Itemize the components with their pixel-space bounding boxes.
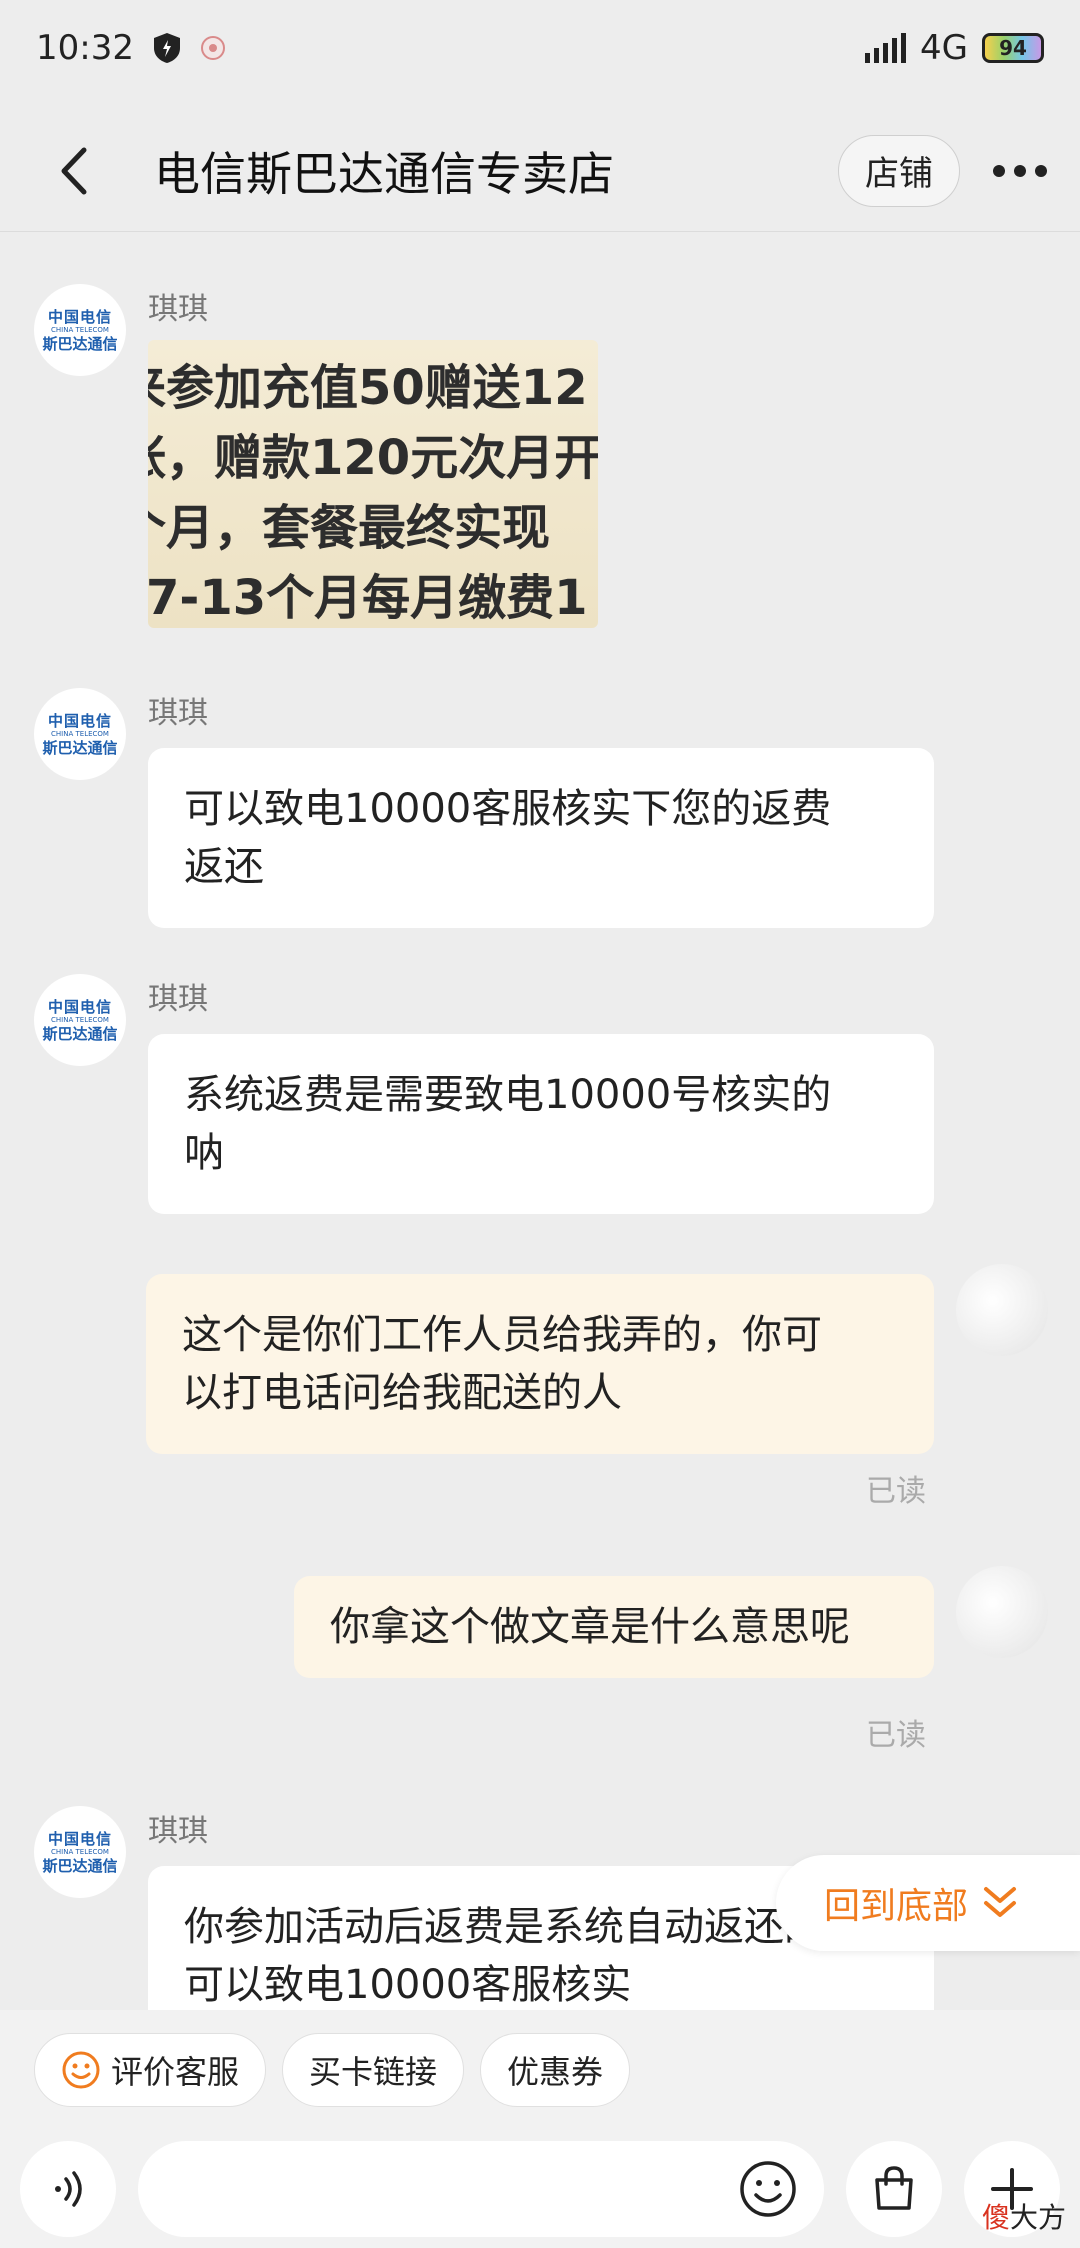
avatar[interactable]: 中国电信 CHINA TELECOM 斯巴达通信 [34,1806,126,1898]
avatar[interactable]: 中国电信 CHINA TELECOM 斯巴达通信 [34,688,126,780]
smiley-icon [62,2051,100,2089]
status-time: 10:32 [36,28,134,68]
shield-icon [153,33,180,63]
input-bar [0,2130,1080,2248]
message-bubble[interactable]: 系统返费是需要致电10000号核实的 呐 [148,1034,934,1214]
my-avatar[interactable] [956,1566,1048,1658]
voice-button[interactable] [20,2141,116,2237]
quick-actions: 评价客服 买卡链接 优惠券 [0,2010,1080,2130]
avatar[interactable]: 中国电信 CHINA TELECOM 斯巴达通信 [34,284,126,376]
rate-service-button[interactable]: 评价客服 [34,2033,267,2107]
scroll-to-bottom-button[interactable]: 回到底部 [776,1855,1080,1951]
status-bar: 10:32 4G 94 [0,0,1080,96]
network-type: 4G [920,28,968,68]
avatar[interactable]: 中国电信 CHINA TELECOM 斯巴达通信 [34,974,126,1066]
coupon-button[interactable]: 优惠券 [480,2033,631,2107]
shop-bag-button[interactable] [846,2141,942,2237]
sender-name: 琪琪 [148,1814,208,1849]
emoji-icon[interactable] [738,2159,798,2219]
scroll-to-bottom-label: 回到底部 [824,1886,969,1927]
read-status: 已读 [866,1474,926,1509]
battery-level: 94 [999,36,1027,60]
sender-name: 琪琪 [148,292,208,327]
my-message-bubble[interactable]: 你拿这个做文章是什么意思呢 [294,1576,934,1678]
image-message[interactable]: 来参加充值50赠送12 张，赠款120元次月开 个月，套餐最终实现 7-13个月… [148,340,598,628]
message-list[interactable]: 中国电信 CHINA TELECOM 斯巴达通信 琪琪 来参加充值50赠送12 … [0,232,1080,2010]
page-title: 电信斯巴达通信专卖店 [154,146,614,201]
shop-button[interactable]: 店铺 [838,134,960,207]
buy-card-link-button[interactable]: 买卡链接 [282,2033,465,2107]
double-chevron-down-icon [984,1887,1017,1917]
app-notification-icon [200,36,225,60]
chevron-left-icon [61,147,87,194]
sender-name: 琪琪 [148,982,208,1017]
message-input[interactable] [138,2141,824,2237]
more-options-icon[interactable] [960,131,1080,211]
back-button[interactable] [34,131,114,211]
my-avatar[interactable] [956,1264,1048,1356]
signal-icon [865,33,907,63]
sender-name: 琪琪 [148,696,208,731]
watermark: 傻大方 [981,2201,1066,2234]
read-status: 已读 [866,1718,926,1753]
message-bubble[interactable]: 可以致电10000客服核实下您的返费 返还 [148,748,934,928]
battery-icon: 94 [982,33,1044,63]
my-message-bubble[interactable]: 这个是你们工作人员给我弄的，你可 以打电话问给我配送的人 [146,1274,934,1454]
chat-header: 电信斯巴达通信专卖店 店铺 [0,110,1080,232]
voice-icon [55,2171,82,2207]
shopping-bag-icon [875,2166,913,2210]
